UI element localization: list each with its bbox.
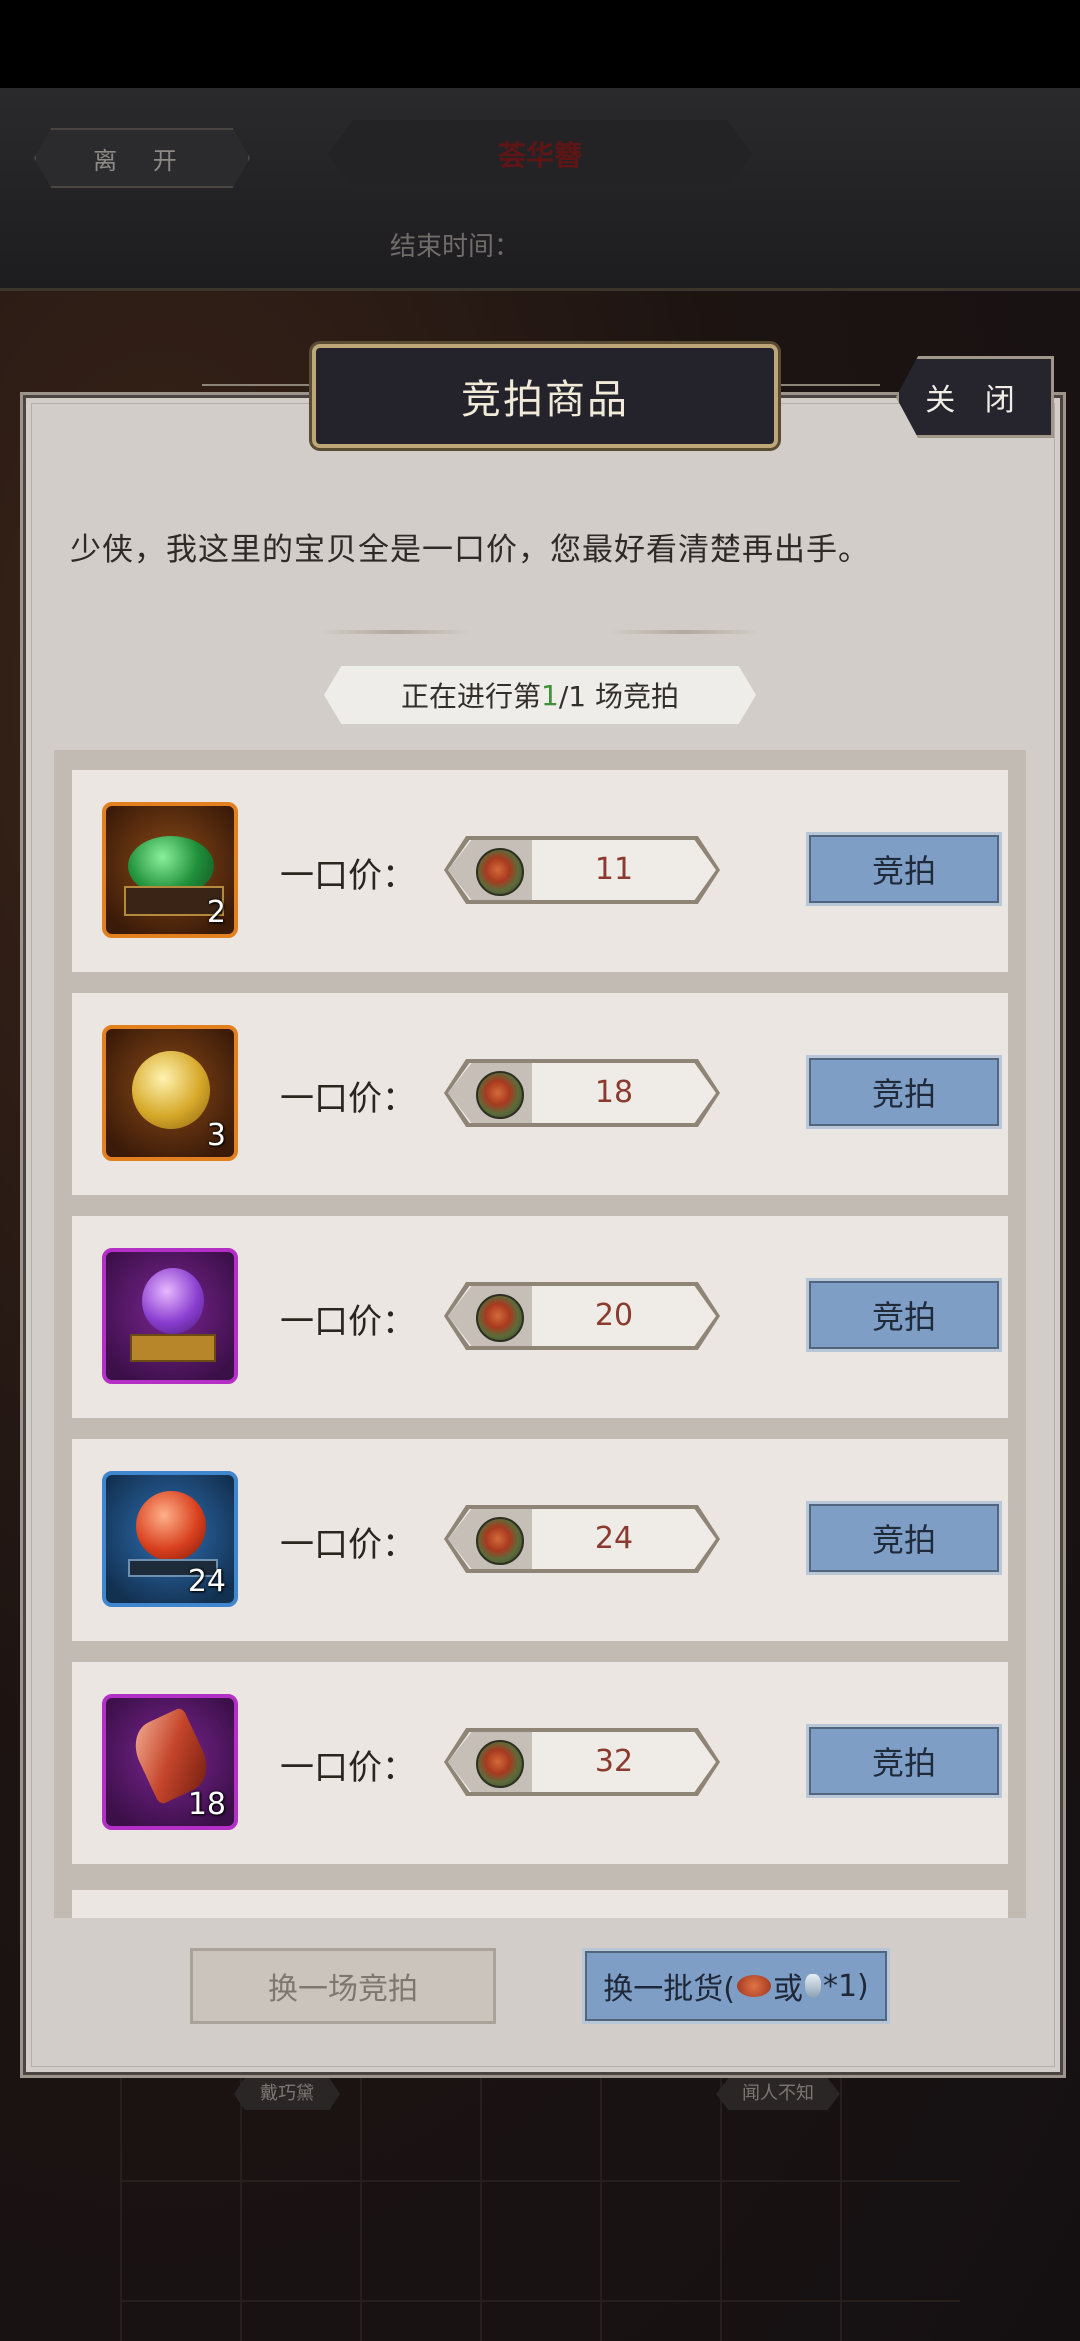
item-quantity: 3 [206, 1118, 226, 1153]
auction-header: 离 开 荟华簪 结束时间： [0, 88, 1080, 291]
divider-right [610, 630, 760, 634]
price-value: 20 [594, 1298, 634, 1333]
price-value: 11 [594, 852, 634, 887]
end-time-label: 结束时间： [390, 232, 521, 262]
purple-gem-icon [142, 1268, 204, 1334]
price-label: 一口价： [280, 1525, 416, 1565]
scene-tag-dai: 戴巧黛 [234, 2078, 340, 2110]
divider-left [320, 630, 470, 634]
scene-tag-wenren: 闻人不知 [716, 2078, 840, 2110]
refresh-suffix: *1) [822, 1968, 869, 2004]
price-field: 20 [444, 1282, 720, 1350]
price-value: 18 [594, 1075, 634, 1110]
list-item: 一口价： 20 竞拍 [72, 1216, 1008, 1418]
round-current: 1 [541, 678, 559, 712]
price-field: 32 [444, 1728, 720, 1796]
golden-pearl-icon [132, 1051, 210, 1129]
list-item-partial [72, 1890, 1008, 1918]
bid-button[interactable]: 竞拍 [806, 1724, 1002, 1798]
item-quantity: 18 [187, 1787, 226, 1822]
item-icon-green-orb[interactable]: 2 [102, 802, 238, 938]
round-indicator: 正在进行第 1/1 场竞拍 [324, 666, 756, 724]
auction-item-list[interactable]: 2 一口价： 11 竞拍 3 一口价： 18 竞拍 一口价： 20 竞拍 24 … [54, 750, 1026, 1918]
refresh-goods-button[interactable]: 换一批货( 或 *1) [582, 1948, 890, 2024]
item-quantity: 24 [187, 1564, 226, 1599]
list-item: 2 一口价： 11 竞拍 [72, 770, 1008, 972]
item-icon-golden-pearl[interactable]: 3 [102, 1025, 238, 1161]
item-quantity: 2 [206, 895, 226, 930]
price-field: 24 [444, 1505, 720, 1573]
price-label: 一口价： [280, 856, 416, 896]
coin-icon [476, 848, 524, 896]
merchant-intro-text: 少侠，我这里的宝贝全是一口价，您最好看清楚再出手。 [70, 532, 870, 568]
coin-icon [476, 1517, 524, 1565]
leave-button[interactable]: 离 开 [34, 128, 250, 188]
refresh-or: 或 [772, 1972, 803, 2007]
dialog-title: 竞拍商品 [312, 344, 778, 448]
auction-title: 荟华簪 [328, 120, 752, 188]
bid-button[interactable]: 竞拍 [806, 832, 1002, 906]
price-value: 32 [594, 1744, 634, 1779]
price-label: 一口价： [280, 1748, 416, 1788]
close-button[interactable]: 关 闭 [896, 356, 1054, 438]
price-field: 18 [444, 1059, 720, 1127]
title-ornament-left [202, 384, 312, 398]
bid-button[interactable]: 竞拍 [806, 1501, 1002, 1575]
coin-icon [476, 1740, 524, 1788]
price-field: 11 [444, 836, 720, 904]
list-item: 18 一口价： 32 竞拍 [72, 1662, 1008, 1864]
change-round-button[interactable]: 换一场竞拍 [190, 1948, 496, 2024]
status-bar [0, 0, 1080, 88]
red-coin-icon [736, 1975, 771, 1997]
list-item: 24 一口价： 24 竞拍 [72, 1439, 1008, 1641]
price-value: 24 [594, 1521, 634, 1556]
bid-button[interactable]: 竞拍 [806, 1278, 1002, 1352]
price-label: 一口价： [280, 1079, 416, 1119]
title-ornament-right [770, 384, 880, 398]
bid-button[interactable]: 竞拍 [806, 1055, 1002, 1129]
red-orb-icon [136, 1491, 206, 1561]
price-label: 一口价： [280, 1302, 416, 1342]
coin-icon [476, 1294, 524, 1342]
pedestal-icon [130, 1334, 216, 1362]
round-suffix: /1 场竞拍 [558, 680, 679, 713]
item-icon-purple-gem[interactable] [102, 1248, 238, 1384]
item-icon-red-orb[interactable]: 24 [102, 1471, 238, 1607]
coin-icon [476, 1071, 524, 1119]
refresh-prefix: 换一批货( [603, 1972, 735, 2007]
list-item: 3 一口价： 18 竞拍 [72, 993, 1008, 1195]
silver-gem-icon [804, 1974, 821, 1998]
round-prefix: 正在进行第 [401, 680, 542, 713]
item-icon-red-crystal[interactable]: 18 [102, 1694, 238, 1830]
